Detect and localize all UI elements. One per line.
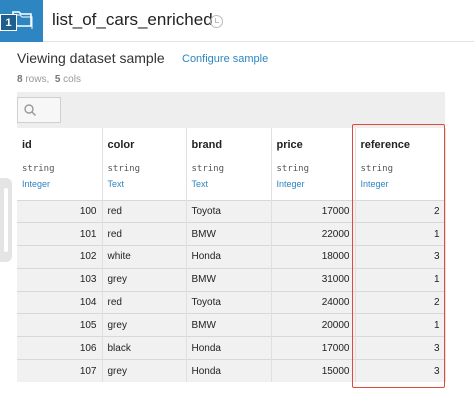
table-body: 100 red Toyota 17000 2 101 red BMW 22000 1 102 whit… (17, 199, 446, 383)
column-storage-type: string (276, 164, 310, 174)
table-cell-price[interactable]: 18000 (271, 245, 356, 269)
table-cell-brand[interactable]: BMW (186, 313, 272, 337)
table-cell-brand[interactable]: Honda (186, 245, 272, 269)
column-storage-type: string (107, 164, 141, 174)
table-cell-color[interactable]: black (102, 336, 187, 360)
table-cell-id[interactable]: 105 (17, 313, 103, 337)
table-cell-price[interactable]: 17000 (271, 336, 356, 360)
column-storage-type: string (191, 164, 225, 174)
table-cell-color[interactable]: red (102, 222, 187, 246)
table-cell-color[interactable]: grey (102, 359, 187, 383)
table-row: 106 black Honda 17000 3 (17, 336, 446, 360)
column-meaning[interactable]: Text (192, 179, 271, 189)
table-cell-id[interactable]: 106 (17, 336, 103, 360)
table-cell-price[interactable]: 22000 (271, 222, 356, 246)
column-header-brand[interactable]: brand string Text (186, 128, 272, 200)
configure-sample-link[interactable]: Configure sample (182, 53, 268, 65)
table-row: 101 red BMW 22000 1 (17, 222, 446, 246)
table-row: 105 grey BMW 20000 1 (17, 313, 446, 337)
dataset-table: id string Integer color string Text brand strin… (17, 128, 446, 383)
table-cell-brand[interactable]: Toyota (186, 290, 272, 314)
table-row: 102 white Honda 18000 3 (17, 245, 446, 269)
column-name: color (107, 139, 135, 151)
table-cell-color[interactable]: grey (102, 313, 187, 337)
column-meaning[interactable]: Integer (22, 179, 102, 189)
column-header-color[interactable]: color string Text (102, 128, 187, 200)
table-cell-reference[interactable]: 2 (355, 290, 446, 314)
table-cell-brand[interactable]: Honda (186, 336, 272, 360)
column-header-reference[interactable]: reference string Integer (355, 128, 446, 200)
table-cell-price[interactable]: 31000 (271, 267, 356, 292)
table-cell-reference[interactable]: 2 (355, 199, 446, 223)
table-cell-reference[interactable]: 3 (355, 359, 446, 383)
rows-count: 8 (17, 74, 23, 85)
search-icon (24, 104, 36, 116)
column-name: id (22, 139, 32, 151)
table-cell-price[interactable]: 20000 (271, 313, 356, 337)
table-cell-brand[interactable]: BMW (186, 267, 272, 292)
column-meaning[interactable]: Text (108, 179, 186, 189)
column-meaning[interactable]: Integer (361, 179, 445, 189)
column-name: price (276, 139, 303, 151)
table-cell-id[interactable]: 104 (17, 290, 103, 314)
search-button[interactable] (17, 97, 61, 123)
table-cell-color[interactable]: white (102, 245, 187, 269)
column-storage-type: string (360, 164, 394, 174)
panel-resize-handle[interactable] (0, 178, 12, 262)
column-storage-type: string (22, 164, 55, 174)
table-header-row: id string Integer color string Text brand strin… (17, 128, 446, 200)
rows-label: rows, (25, 74, 50, 85)
dataset-counts: 8 rows, 5 cols (17, 74, 81, 85)
dataset-folder-icon[interactable]: 1 (0, 0, 43, 42)
cols-count: 5 (54, 74, 61, 85)
column-meaning[interactable]: Integer (277, 179, 355, 189)
dataset-header: 1 list_of_cars_enriched (0, 0, 474, 42)
search-bar (17, 92, 445, 128)
cols-label: cols (63, 74, 81, 85)
table-cell-id[interactable]: 101 (17, 222, 103, 246)
clock-icon[interactable] (210, 15, 223, 28)
table-cell-color[interactable]: red (102, 290, 187, 314)
table-cell-price[interactable]: 24000 (271, 290, 356, 314)
column-header-id[interactable]: id string Integer (17, 128, 103, 200)
column-name: brand (191, 139, 223, 151)
table-cell-reference[interactable]: 3 (355, 245, 446, 269)
column-header-price[interactable]: price string Integer (271, 128, 356, 200)
table-cell-reference[interactable]: 1 (355, 313, 446, 337)
table-cell-reference[interactable]: 1 (355, 222, 446, 246)
table-cell-id[interactable]: 102 (17, 245, 103, 269)
table-cell-brand[interactable]: BMW (186, 222, 272, 246)
table-cell-price[interactable]: 17000 (271, 199, 356, 223)
table-cell-reference[interactable]: 1 (355, 267, 446, 292)
table-row: 107 grey Honda 15000 3 (17, 359, 446, 383)
table-cell-reference[interactable]: 3 (355, 336, 446, 360)
table-cell-color[interactable]: red (102, 199, 187, 223)
table-cell-id[interactable]: 103 (17, 267, 103, 292)
dataset-name: list_of_cars_enriched (52, 10, 213, 29)
column-name: reference (360, 139, 411, 151)
table-cell-brand[interactable]: Toyota (186, 199, 272, 223)
page-title: Viewing dataset sample (17, 50, 165, 66)
table-cell-id[interactable]: 100 (17, 199, 103, 223)
table-cell-color[interactable]: grey (102, 267, 187, 292)
table-cell-id[interactable]: 107 (17, 359, 103, 383)
table-row: 104 red Toyota 24000 2 (17, 290, 446, 314)
table-row: 100 red Toyota 17000 2 (17, 199, 446, 223)
table-cell-price[interactable]: 15000 (271, 359, 356, 383)
table-row: 103 grey BMW 31000 1 (17, 267, 446, 292)
table-cell-brand[interactable]: Honda (186, 359, 272, 383)
dataset-count-badge: 1 (0, 14, 17, 31)
